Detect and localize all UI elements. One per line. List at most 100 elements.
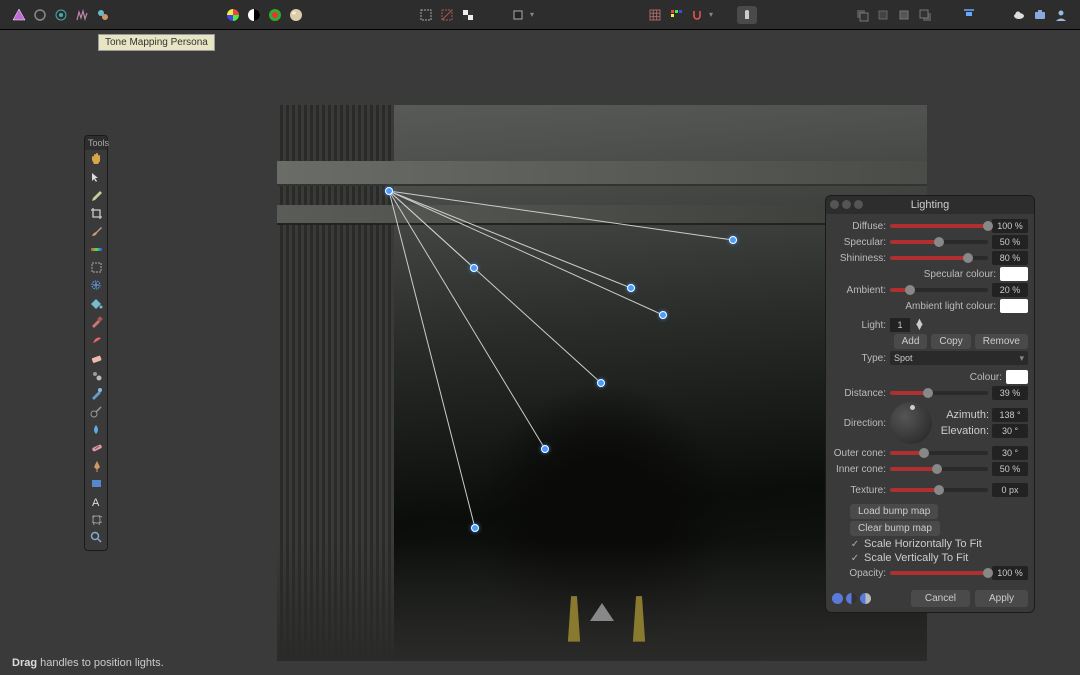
assistant-icon[interactable] xyxy=(737,6,757,24)
paint-tool-icon[interactable] xyxy=(85,312,107,330)
heal-tool-icon[interactable] xyxy=(85,438,107,456)
light-origin-handle[interactable] xyxy=(385,187,393,195)
refine-icon[interactable] xyxy=(459,6,477,24)
apply-button[interactable]: Apply xyxy=(975,590,1028,607)
preset-2-icon[interactable] xyxy=(846,593,857,604)
palette-icon[interactable] xyxy=(266,6,284,24)
hand-tool-icon[interactable] xyxy=(85,150,107,168)
outer-cone-value[interactable]: 30 ° xyxy=(992,446,1028,460)
preset-1-icon[interactable] xyxy=(832,593,843,604)
sphere-icon[interactable] xyxy=(287,6,305,24)
mesh-tool-icon[interactable] xyxy=(85,510,107,528)
texture-value[interactable]: 0 px xyxy=(992,483,1028,497)
color-wheel-icon[interactable] xyxy=(224,6,242,24)
align-icon[interactable] xyxy=(960,6,978,24)
copy-button[interactable]: Copy xyxy=(931,334,970,349)
cancel-button[interactable]: Cancel xyxy=(911,590,970,607)
move-tool-icon[interactable] xyxy=(85,168,107,186)
opacity-value[interactable]: 100 % xyxy=(992,566,1028,580)
stock-icon[interactable] xyxy=(1031,6,1049,24)
direction-label: Direction: xyxy=(832,418,886,429)
scale-v-checkbox[interactable]: ✓Scale Vertically To Fit xyxy=(850,552,968,564)
rectangle-tool-icon[interactable] xyxy=(85,474,107,492)
opacity-slider[interactable] xyxy=(890,571,988,575)
snap-icon[interactable] xyxy=(688,6,706,24)
specular-value[interactable]: 50 % xyxy=(992,235,1028,249)
erase-tool-icon[interactable] xyxy=(85,348,107,366)
persona-export-icon[interactable] xyxy=(94,6,112,24)
light-handle[interactable] xyxy=(597,379,605,387)
add-button[interactable]: Add xyxy=(894,334,928,349)
arrange-backward-icon[interactable] xyxy=(874,6,892,24)
ambient-slider[interactable] xyxy=(890,288,988,292)
swatches-icon[interactable] xyxy=(667,6,685,24)
text-tool-icon[interactable]: A xyxy=(85,492,107,510)
inpaint-tool-icon[interactable] xyxy=(85,384,107,402)
gradient-tool-icon[interactable] xyxy=(85,240,107,258)
light-handle[interactable] xyxy=(470,264,478,272)
flood-select-tool-icon[interactable] xyxy=(85,276,107,294)
stepper-down-icon[interactable]: ▼ xyxy=(914,325,925,330)
blur-tool-icon[interactable] xyxy=(85,420,107,438)
brush-tool-icon[interactable] xyxy=(85,222,107,240)
dropdown-arrow-icon[interactable]: ▾ xyxy=(709,10,713,19)
specular-slider[interactable] xyxy=(890,240,988,244)
grid-icon[interactable] xyxy=(646,6,664,24)
ambient-value[interactable]: 20 % xyxy=(992,283,1028,297)
smudge-tool-icon[interactable] xyxy=(85,330,107,348)
elevation-value[interactable]: 30 ° xyxy=(992,424,1028,438)
light-handle[interactable] xyxy=(627,284,635,292)
shininess-slider[interactable] xyxy=(890,256,988,260)
azimuth-value[interactable]: 138 ° xyxy=(992,408,1028,422)
type-select[interactable]: Spot xyxy=(890,351,1028,365)
minimize-icon[interactable] xyxy=(842,200,851,209)
distance-value[interactable]: 39 % xyxy=(992,386,1028,400)
light-handle[interactable] xyxy=(471,524,479,532)
zoom-tool-icon[interactable] xyxy=(85,528,107,546)
account-icon[interactable] xyxy=(1052,6,1070,24)
clear-bump-button[interactable]: Clear bump map xyxy=(850,521,940,536)
shininess-value[interactable]: 80 % xyxy=(992,251,1028,265)
preset-3-icon[interactable] xyxy=(860,593,871,604)
colorpicker-tool-icon[interactable] xyxy=(85,186,107,204)
light-handle[interactable] xyxy=(659,311,667,319)
inner-cone-value[interactable]: 50 % xyxy=(992,462,1028,476)
contrast-icon[interactable] xyxy=(245,6,263,24)
quickmask-icon[interactable] xyxy=(509,6,527,24)
dropdown-arrow-icon[interactable]: ▾ xyxy=(530,10,534,19)
colour-swatch[interactable] xyxy=(1006,370,1028,384)
close-icon[interactable] xyxy=(830,200,839,209)
deselect-icon[interactable] xyxy=(438,6,456,24)
marquee-tool-icon[interactable] xyxy=(85,258,107,276)
texture-slider[interactable] xyxy=(890,488,988,492)
persona-liquify-icon[interactable] xyxy=(31,6,49,24)
diffuse-slider[interactable] xyxy=(890,224,988,228)
remove-button[interactable]: Remove xyxy=(975,334,1028,349)
app-logo-icon[interactable] xyxy=(10,6,28,24)
cloud-icon[interactable] xyxy=(1010,6,1028,24)
persona-develop-icon[interactable] xyxy=(52,6,70,24)
crop-tool-icon[interactable] xyxy=(85,204,107,222)
zoom-icon[interactable] xyxy=(854,200,863,209)
pen-tool-icon[interactable] xyxy=(85,456,107,474)
specular-colour-swatch[interactable] xyxy=(1000,267,1028,281)
marquee-icon[interactable] xyxy=(417,6,435,24)
scale-h-checkbox[interactable]: ✓Scale Horizontally To Fit xyxy=(850,538,982,550)
load-bump-button[interactable]: Load bump map xyxy=(850,504,938,519)
light-number[interactable]: 1 xyxy=(890,318,910,332)
direction-dial[interactable] xyxy=(890,402,932,444)
distance-slider[interactable] xyxy=(890,391,988,395)
ambient-colour-swatch[interactable] xyxy=(1000,299,1028,313)
inner-cone-slider[interactable] xyxy=(890,467,988,471)
outer-cone-slider[interactable] xyxy=(890,451,988,455)
light-handle[interactable] xyxy=(541,445,549,453)
arrange-forward-icon[interactable] xyxy=(895,6,913,24)
fill-tool-icon[interactable] xyxy=(85,294,107,312)
diffuse-value[interactable]: 100 % xyxy=(992,219,1028,233)
arrange-back-icon[interactable] xyxy=(853,6,871,24)
light-handle[interactable] xyxy=(729,236,737,244)
persona-tonemap-icon[interactable] xyxy=(73,6,91,24)
arrange-front-icon[interactable] xyxy=(916,6,934,24)
dodge-tool-icon[interactable] xyxy=(85,402,107,420)
clone-tool-icon[interactable] xyxy=(85,366,107,384)
